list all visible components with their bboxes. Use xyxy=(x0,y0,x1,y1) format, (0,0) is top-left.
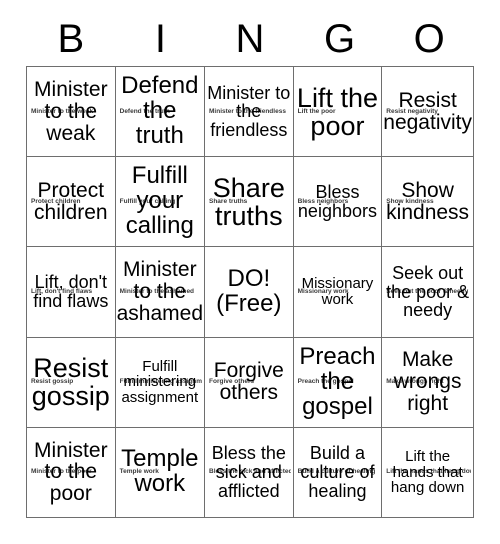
bingo-cell-label: Lift the hands that hang down xyxy=(390,448,465,497)
bingo-cell-label: Temple work xyxy=(121,445,199,498)
bingo-cell-label: Fulfill your calling xyxy=(125,162,194,240)
bingo-cell-free-space[interactable]: DO! (Free) xyxy=(205,247,294,338)
bingo-header-letter-n: N xyxy=(235,17,265,61)
bingo-cell-label: Build a culture of healing xyxy=(300,443,375,501)
bingo-cell[interactable]: Temple work Temple work xyxy=(115,427,205,518)
bingo-header-letter-b: B xyxy=(57,17,85,61)
bingo-cell[interactable]: Bless neighbors Bless neighbors xyxy=(293,157,383,248)
bingo-cell[interactable]: Seek out the poor & needy Seek out the po… xyxy=(382,247,474,338)
bingo-cell[interactable]: Make wrongs right Make wrongs right xyxy=(382,337,474,428)
bingo-cell-label: Resist negativity xyxy=(383,88,472,134)
bingo-cell-label: Defend the truth xyxy=(121,72,199,150)
bingo-grid: Minister to the weak Minister to the weak… xyxy=(26,66,474,518)
bingo-cell[interactable]: Resist gossip Resist gossip xyxy=(27,337,116,428)
bingo-cell-label: Minister to the poor xyxy=(34,438,108,506)
bingo-cell-label: Share truths xyxy=(212,172,285,231)
bingo-cell-label: Seek out the poor & needy xyxy=(386,262,470,321)
bingo-cell-label: Lift, don't find flaws xyxy=(33,272,109,311)
bingo-cell-label: Bless the sick and afflicted xyxy=(211,443,286,501)
bingo-cell-label: Missionary work xyxy=(301,275,374,308)
bingo-cell-label: Make wrongs right xyxy=(393,348,462,416)
bingo-cell-label: Minister to the friendless xyxy=(207,82,291,140)
bingo-cell-label: Resist gossip xyxy=(31,353,110,412)
bingo-cell[interactable]: Minister to the ashamed Minister to the a… xyxy=(115,247,205,338)
bingo-cell[interactable]: Minister to the friendless Minister to th… xyxy=(205,67,294,158)
bingo-cell[interactable]: Minister to the poor Minister to the poor xyxy=(27,427,116,518)
bingo-cell[interactable]: Forgive others Forgive others xyxy=(205,337,294,428)
bingo-cell[interactable]: Missionary work Missionary work xyxy=(293,247,383,338)
bingo-cell[interactable]: Defend the truth Defend the truth xyxy=(115,67,205,158)
bingo-cell-label: Show kindness xyxy=(386,178,470,224)
bingo-cell[interactable]: Share truths Share truths xyxy=(205,157,294,248)
bingo-cell[interactable]: Build a culture of healing Build a cultur… xyxy=(293,427,383,518)
bingo-cell-label: Bless neighbors xyxy=(297,182,377,221)
bingo-cell[interactable]: Minister to the weak Minister to the weak xyxy=(27,67,116,158)
bingo-cell[interactable]: Fulfill ministering assignmentFulfill mi… xyxy=(115,337,205,428)
bingo-cell-label: DO! (Free) xyxy=(216,265,282,317)
bingo-cell[interactable]: Resist negativity Resist negativity xyxy=(382,67,474,158)
bingo-cell-label: Minister to the ashamed xyxy=(116,258,204,325)
bingo-header-letter-o: O xyxy=(413,17,445,61)
bingo-cell-label: Minister to the weak xyxy=(34,77,108,145)
bingo-cell[interactable]: Preach the gospel Preach the gospel xyxy=(293,337,383,428)
bingo-cell-label: Forgive others xyxy=(213,359,284,405)
bingo-cell-label: Lift the poor xyxy=(296,82,378,141)
bingo-cell[interactable]: Show kindness Show kindness xyxy=(382,157,474,248)
bingo-cell[interactable]: Lift the hands that hang down Lift the ha… xyxy=(382,427,474,518)
bingo-cell[interactable]: Lift the poor Lift the poor xyxy=(293,67,383,158)
bingo-cell-label: Fulfill ministering assignment xyxy=(121,357,199,406)
bingo-cell[interactable]: Bless the sick and afflicted Bless the si… xyxy=(205,427,294,518)
bingo-header-row: B I N G O xyxy=(26,14,474,64)
bingo-cell[interactable]: Protect children Protect children xyxy=(27,157,116,248)
bingo-card: B I N G O Minister to the weak Minister t… xyxy=(0,0,500,544)
bingo-cell[interactable]: Fulfill your calling Fulfill your calling xyxy=(115,157,205,248)
bingo-header-letter-i: I xyxy=(154,17,166,61)
bingo-header-letter-g: G xyxy=(324,17,356,61)
bingo-cell-label: Preach the gospel xyxy=(299,342,376,420)
bingo-cell[interactable]: Lift, don't find flaws Lift, don't find f… xyxy=(27,247,116,338)
bingo-cell-label: Protect children xyxy=(34,178,108,224)
